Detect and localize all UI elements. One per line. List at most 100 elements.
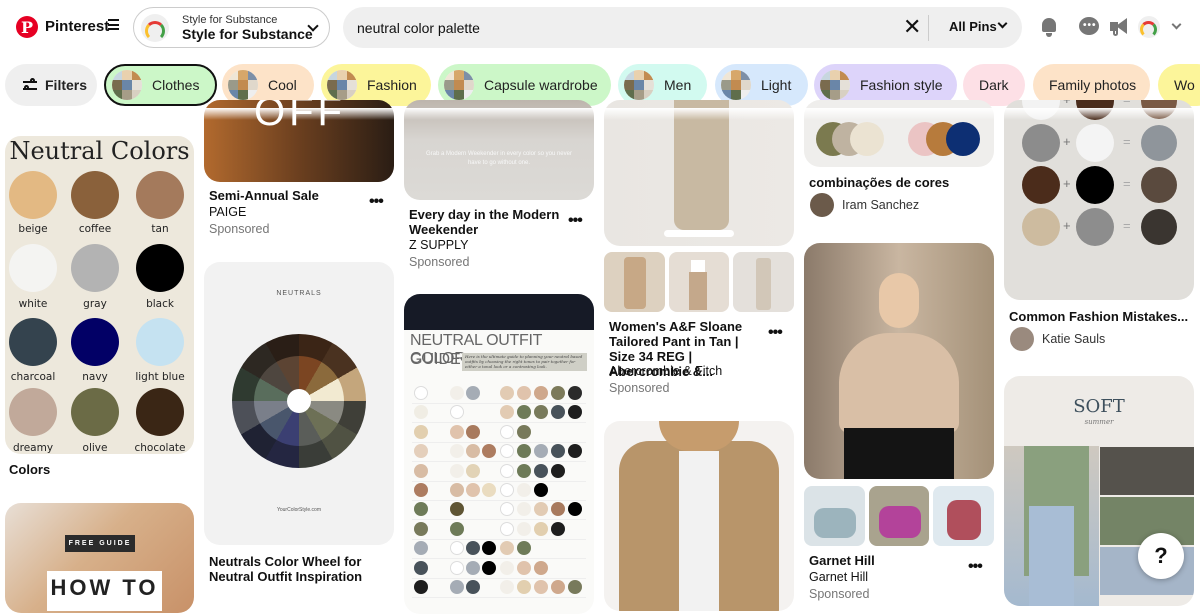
color-swatch xyxy=(517,521,531,536)
sponsored-label: Sponsored xyxy=(809,587,870,601)
pin-heading: NEUTRALS xyxy=(276,290,322,297)
pin-brand[interactable]: PAIGE xyxy=(209,205,246,219)
megaphone-icon[interactable] xyxy=(1108,16,1130,38)
row-divider xyxy=(412,558,586,560)
sliders-icon xyxy=(23,78,37,92)
pin-mistakes-image[interactable]: + = + = + = + = xyxy=(1004,100,1194,300)
more-options-icon[interactable]: ••• xyxy=(369,194,384,210)
outfit-photo xyxy=(1141,209,1177,245)
color-swatch xyxy=(71,244,119,292)
pin-title[interactable]: Every day in the Modern Weekender xyxy=(409,207,564,237)
color-swatch xyxy=(517,541,531,556)
top-nav: P Pinterest Style for Substance Style fo… xyxy=(0,0,1200,56)
pin-garnet-thumb[interactable] xyxy=(804,486,865,546)
pin-title[interactable]: Common Fashion Mistakes... xyxy=(1009,309,1188,324)
color-swatch xyxy=(500,521,514,536)
pin-title[interactable]: Garnet Hill xyxy=(809,553,875,568)
pin-af-main-image[interactable] xyxy=(604,100,794,246)
user-avatar[interactable] xyxy=(1010,327,1034,351)
filter-chip[interactable]: Clothes xyxy=(104,64,217,106)
pin-sweater-image[interactable] xyxy=(804,243,994,479)
sponsored-label: Sponsored xyxy=(409,255,470,269)
help-button[interactable]: ? xyxy=(1138,533,1184,579)
swatch-label: tan xyxy=(151,223,169,235)
pin-neutral-colors-image[interactable]: Neutral Colors beige coffee tan white gray bl… xyxy=(5,136,194,454)
menu-icon[interactable] xyxy=(108,19,119,30)
pin-garnet-thumb[interactable] xyxy=(869,486,929,546)
equals-sign: = xyxy=(1123,134,1131,149)
chip-label: Men xyxy=(664,77,692,93)
pin-af-thumb[interactable] xyxy=(604,252,665,312)
pin-color-wheel-image[interactable]: NEUTRALS YourColorStyle.com xyxy=(204,262,394,545)
bell-icon[interactable] xyxy=(1038,16,1060,38)
pin-blazer-image[interactable] xyxy=(604,421,794,611)
color-swatch xyxy=(551,444,565,459)
color-swatch xyxy=(9,388,57,436)
color-swatch xyxy=(466,424,480,439)
color-swatch xyxy=(466,386,480,400)
board-selector[interactable]: Style for Substance Style for Substance xyxy=(133,7,330,48)
pin-title[interactable]: combinações de cores xyxy=(809,175,949,190)
user-avatar[interactable] xyxy=(810,193,834,217)
color-swatch xyxy=(500,424,514,439)
chip-label: Family photos xyxy=(1049,77,1137,93)
clear-icon[interactable]: ✕ xyxy=(903,16,921,38)
pin-title[interactable]: Colors xyxy=(9,462,50,477)
pin-outfit-guide-image[interactable]: NEUTRAL OUTFIT COLOR GUIDE Here is the u… xyxy=(404,294,594,614)
pin-brand[interactable]: Abercrombie & Fitch xyxy=(609,364,722,378)
color-swatch xyxy=(414,560,428,575)
color-swatch xyxy=(450,444,464,459)
pin-header-band xyxy=(404,294,594,330)
pin-title[interactable]: Neutrals Color Wheel for Neutral Outfit … xyxy=(209,554,389,584)
color-swatch xyxy=(500,463,514,478)
filters-button[interactable]: Filters xyxy=(5,64,97,106)
color-swatch xyxy=(1076,166,1114,204)
color-swatch xyxy=(534,521,548,536)
color-swatch xyxy=(136,171,184,219)
avatar[interactable] xyxy=(1138,16,1160,38)
color-swatch xyxy=(551,521,565,536)
color-swatch xyxy=(500,386,514,400)
pin-brand[interactable]: Z SUPPLY xyxy=(409,238,469,252)
plus-sign: + xyxy=(1063,100,1071,107)
brand-link[interactable]: Pinterest xyxy=(45,18,109,35)
color-swatch xyxy=(517,444,531,459)
swatch-label: white xyxy=(18,298,48,310)
color-swatch xyxy=(517,580,531,594)
search-input[interactable] xyxy=(357,19,877,36)
more-options-icon[interactable]: ••• xyxy=(768,325,783,341)
color-swatch xyxy=(850,122,884,156)
color-swatch xyxy=(414,463,428,478)
pin-user[interactable]: Iram Sanchez xyxy=(842,198,919,212)
color-swatch xyxy=(71,318,119,366)
chevron-down-icon[interactable] xyxy=(1171,19,1182,30)
chat-icon[interactable]: ••• xyxy=(1078,16,1100,38)
color-swatch xyxy=(414,444,428,459)
rainbow-icon xyxy=(145,20,165,41)
color-swatch xyxy=(1076,124,1114,162)
color-swatch xyxy=(9,318,57,366)
pin-garnet-thumb[interactable] xyxy=(933,486,994,546)
color-swatch xyxy=(1022,124,1060,162)
pin-caption: Grab a Modern Weekender in every color s… xyxy=(426,151,572,166)
scope-dropdown[interactable]: All Pins xyxy=(949,19,997,34)
pin-user[interactable]: Katie Sauls xyxy=(1042,332,1105,346)
pinterest-logo-icon[interactable]: P xyxy=(16,16,38,38)
pin-af-thumb[interactable] xyxy=(669,252,729,312)
more-options-icon[interactable]: ••• xyxy=(568,213,583,229)
board-avatar xyxy=(141,13,169,42)
swatch-label: dreamy pink xyxy=(12,442,54,454)
pin-af-thumb[interactable] xyxy=(733,252,794,312)
pin-title[interactable]: Semi-Annual Sale xyxy=(209,188,319,203)
more-options-icon[interactable]: ••• xyxy=(968,559,983,575)
color-swatch xyxy=(450,386,464,400)
chip-label: Fashion xyxy=(367,77,417,93)
color-wheel xyxy=(232,334,366,468)
plus-sign: + xyxy=(1063,218,1071,233)
color-swatch xyxy=(450,521,464,536)
color-swatch xyxy=(482,560,496,575)
pin-brand[interactable]: Garnet Hill xyxy=(809,570,868,584)
swatch-label: light blue xyxy=(135,371,185,383)
row-divider xyxy=(412,461,586,463)
color-swatch xyxy=(1022,166,1060,204)
